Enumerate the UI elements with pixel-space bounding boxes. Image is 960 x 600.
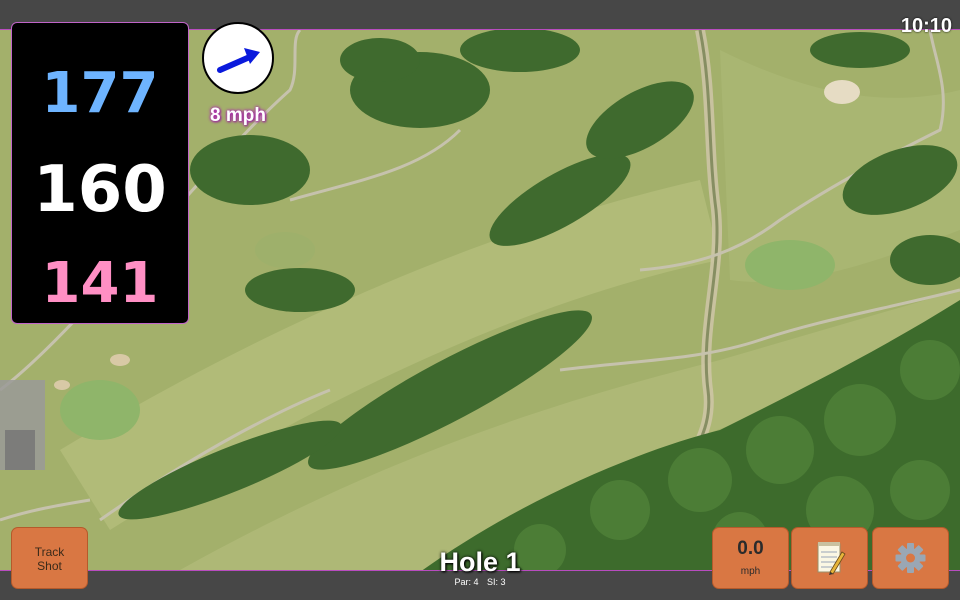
track-shot-button[interactable]: Track Shot <box>12 528 87 588</box>
clock: 10:10 <box>900 15 952 37</box>
speed-value: 0.0 <box>737 538 764 559</box>
hole-stroke-index: SI: 3 <box>487 577 506 587</box>
distance-panel: 177 160 141 <box>11 22 189 324</box>
track-shot-label-line2: Shot <box>37 559 62 573</box>
notes-button[interactable] <box>792 528 867 588</box>
settings-button[interactable] <box>873 528 948 588</box>
track-shot-label-line1: Track <box>34 545 65 559</box>
notepad-icon <box>817 542 846 575</box>
speed-button[interactable]: 0.0 mph <box>713 528 788 588</box>
distance-front: 141 <box>41 251 159 316</box>
distance-back: 177 <box>41 61 159 126</box>
wind-direction-arrow-icon <box>217 48 260 73</box>
wind-speed: 8 mph <box>210 105 266 126</box>
hole-par: Par: 4 <box>454 577 479 587</box>
hole-title: Hole 1 <box>439 547 521 577</box>
distance-middle: 160 <box>33 153 167 227</box>
wind-indicator[interactable] <box>202 22 274 94</box>
speed-unit: mph <box>740 566 761 577</box>
gear-icon <box>895 543 926 573</box>
hole-info: Par: 4 SI: 3 <box>380 577 580 587</box>
